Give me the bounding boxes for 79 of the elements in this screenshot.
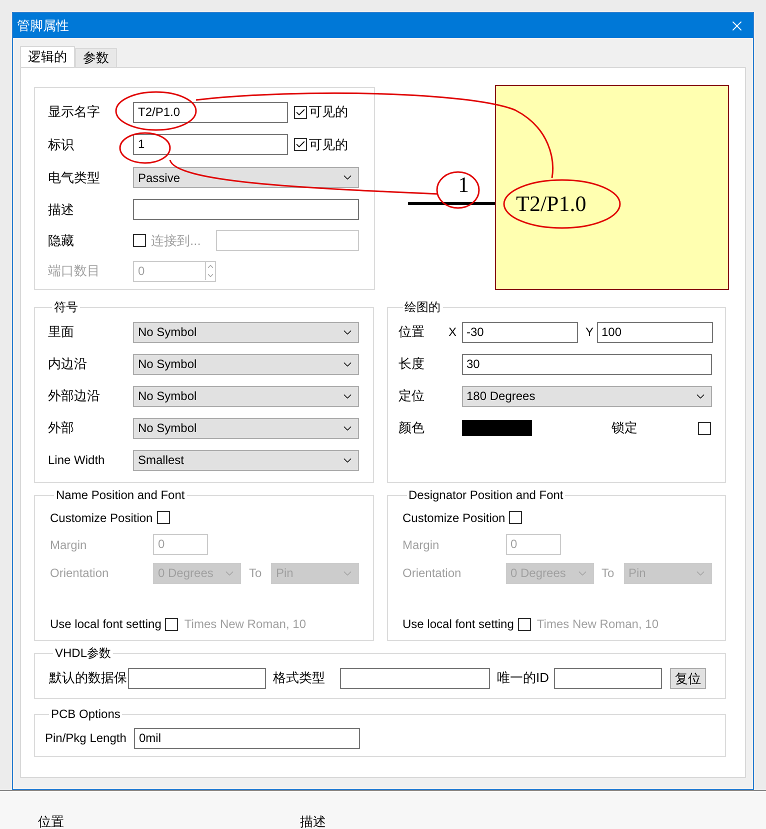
checkbox-label: 连接到... bbox=[151, 232, 202, 250]
column-header: 位置 bbox=[38, 815, 65, 829]
field-label: Margin bbox=[50, 536, 88, 554]
dropdown[interactable]: 180 Degrees bbox=[462, 386, 712, 406]
field-label: Pin/Pkg Length bbox=[45, 730, 128, 747]
field-label: 定位 bbox=[398, 387, 426, 406]
checkbox-label: Use local font setting bbox=[50, 616, 162, 633]
checkbox[interactable] bbox=[294, 138, 307, 151]
text-field[interactable]: T2/P1.0 bbox=[133, 102, 288, 122]
text-field[interactable]: 1 bbox=[133, 134, 288, 155]
column-header: 描述 bbox=[300, 815, 326, 829]
window-title: 管脚属性 bbox=[17, 16, 69, 35]
text-field[interactable]: 0mil bbox=[134, 728, 360, 748]
text-field[interactable]: -30 bbox=[462, 322, 578, 342]
group-title: 绘图的 bbox=[404, 300, 440, 314]
dropdown[interactable]: No Symbol bbox=[133, 386, 359, 406]
dropdown[interactable]: No Symbol bbox=[133, 418, 359, 438]
field-label: 默认的数据保 bbox=[49, 669, 128, 688]
text-field[interactable] bbox=[128, 668, 266, 688]
field-label: 格式类型 bbox=[273, 669, 326, 688]
dropdown[interactable]: No Symbol bbox=[133, 354, 359, 374]
field-label: 长度 bbox=[398, 355, 426, 374]
pin-designator: 1 bbox=[458, 173, 469, 197]
color-swatch[interactable] bbox=[462, 420, 532, 436]
checkbox[interactable] bbox=[133, 234, 146, 247]
checkbox[interactable] bbox=[165, 618, 178, 630]
text-field[interactable] bbox=[133, 199, 359, 220]
tab[interactable]: 参数 bbox=[75, 48, 117, 67]
field-label: 颜色 bbox=[398, 419, 426, 438]
group-title: VHDL参数 bbox=[55, 646, 112, 660]
checkbox-label: Use local font setting bbox=[402, 616, 514, 633]
field-label: Line Width bbox=[48, 452, 106, 469]
field-label: Orientation bbox=[50, 565, 110, 582]
group-title: 符号 bbox=[54, 300, 78, 314]
field-label: 电气类型 bbox=[48, 168, 101, 187]
pin-name: T2/P1.0 bbox=[516, 192, 586, 216]
field-label: Y bbox=[586, 324, 595, 341]
field-label: 外部 bbox=[48, 419, 75, 438]
group-title: Designator Position and Font bbox=[408, 488, 564, 502]
field-label: X bbox=[448, 324, 458, 341]
checkbox[interactable] bbox=[509, 511, 522, 524]
field-label: To bbox=[600, 565, 616, 582]
text-field[interactable]: 30 bbox=[462, 354, 712, 374]
checkbox-label: 可见的 bbox=[309, 103, 348, 122]
text-field[interactable] bbox=[216, 230, 359, 251]
field-label: To bbox=[248, 565, 263, 582]
dropdown[interactable]: Passive bbox=[133, 167, 359, 188]
checkbox-label: Customize Position bbox=[402, 510, 506, 526]
checkbox[interactable] bbox=[518, 618, 531, 630]
text-field[interactable] bbox=[554, 668, 662, 688]
field-label: 唯一的ID bbox=[497, 669, 550, 688]
font-name: Times New Roman, 10 bbox=[536, 616, 658, 633]
text-field[interactable] bbox=[340, 668, 490, 688]
field-label: 里面 bbox=[48, 323, 75, 342]
dropdown[interactable]: No Symbol bbox=[133, 322, 359, 342]
group-title: PCB Options bbox=[51, 707, 120, 721]
field-label: Margin bbox=[402, 536, 440, 554]
field-label: 位置 bbox=[398, 323, 426, 342]
tab[interactable]: 逻辑的 bbox=[20, 46, 75, 67]
field-label: 外部边沿 bbox=[48, 387, 101, 406]
field-label: 显示名字 bbox=[48, 103, 101, 122]
checkbox-label: 锁定 bbox=[612, 419, 638, 438]
field-label: 隐藏 bbox=[48, 232, 75, 250]
annotation-loop bbox=[436, 171, 480, 209]
text-field[interactable]: 100 bbox=[596, 322, 712, 342]
dropdown[interactable]: Smallest bbox=[133, 450, 359, 470]
field-label: 描述 bbox=[48, 200, 75, 219]
field-label: 内边沿 bbox=[48, 355, 88, 374]
checkbox[interactable] bbox=[294, 106, 307, 118]
group-title: Name Position and Font bbox=[56, 488, 185, 502]
checkbox[interactable] bbox=[698, 422, 710, 434]
checkbox-label: 可见的 bbox=[309, 136, 348, 154]
field-label: Orientation bbox=[402, 565, 462, 582]
checkbox[interactable] bbox=[156, 511, 170, 524]
font-name: Times New Roman, 10 bbox=[184, 616, 306, 633]
checkbox-label: Customize Position bbox=[50, 510, 153, 526]
reset-button[interactable]: 复位 bbox=[670, 668, 706, 688]
field-label: 标识 bbox=[48, 136, 75, 154]
field-label: 端口数目 bbox=[48, 262, 101, 280]
